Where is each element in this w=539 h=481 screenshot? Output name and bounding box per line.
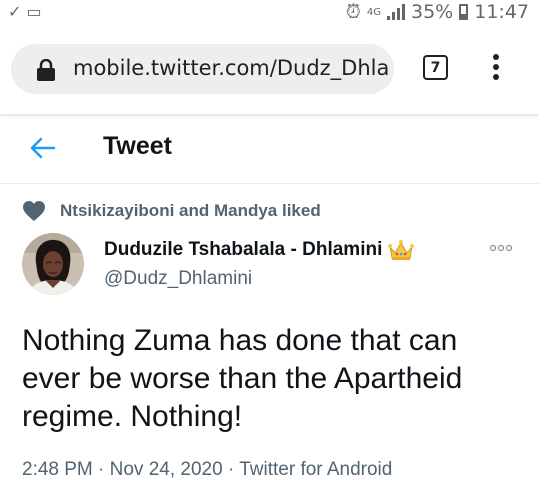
crown-icon <box>388 240 415 260</box>
tab-switcher-button[interactable]: 7 <box>423 55 448 80</box>
social-context-label: Ntsikizayiboni and Mandya liked <box>60 201 321 220</box>
signal-icon <box>387 4 405 20</box>
status-bar: ✓︎ ▭ ⏰︎ 4G 35% 11:47 <box>0 0 539 24</box>
browser-toolbar: mobile.twitter.com/Dudz_Dhlamini 7 <box>0 24 539 114</box>
social-context[interactable]: Ntsikizayiboni and Mandya liked <box>22 200 321 222</box>
author-name[interactable]: Duduzile Tshabalala - Dhlamini <box>104 239 415 261</box>
more-vertical-icon[interactable] <box>488 54 504 84</box>
network-type: 4G <box>366 6 381 18</box>
heart-icon <box>23 201 45 221</box>
tweet-text: Nothing Zuma has done that can ever be w… <box>22 324 463 433</box>
url-text[interactable]: mobile.twitter.com/Dudz_Dhlamini <box>73 56 389 80</box>
author-handle[interactable]: @Dudz_Dhlamini <box>104 268 252 290</box>
arrow-left-icon[interactable] <box>30 136 56 160</box>
lock-icon[interactable] <box>37 59 55 81</box>
battery-icon <box>459 4 469 20</box>
alarm-icon: ⏰︎ <box>346 1 361 23</box>
avatar[interactable] <box>22 233 84 295</box>
status-right: ⏰︎ 4G 35% 11:47 <box>346 0 529 24</box>
tweet-header: Tweet <box>0 114 539 184</box>
author-name-text[interactable]: Duduzile Tshabalala - Dhlamini <box>104 239 382 261</box>
download-done-icon: ✓︎ <box>8 2 22 21</box>
address-bar[interactable]: mobile.twitter.com/Dudz_Dhlamini <box>11 44 394 94</box>
notification-icons: ✓︎ ▭ <box>8 2 42 21</box>
page-title: Tweet <box>103 132 172 160</box>
clock: 11:47 <box>474 1 529 23</box>
clipboard-icon: ▭ <box>26 2 42 21</box>
more-horizontal-icon[interactable] <box>490 245 516 255</box>
battery-percent: 35% <box>411 1 454 23</box>
tweet-metadata[interactable]: 2:48 PM · Nov 24, 2020 · Twitter for And… <box>22 459 539 481</box>
avatar-image <box>22 233 84 295</box>
